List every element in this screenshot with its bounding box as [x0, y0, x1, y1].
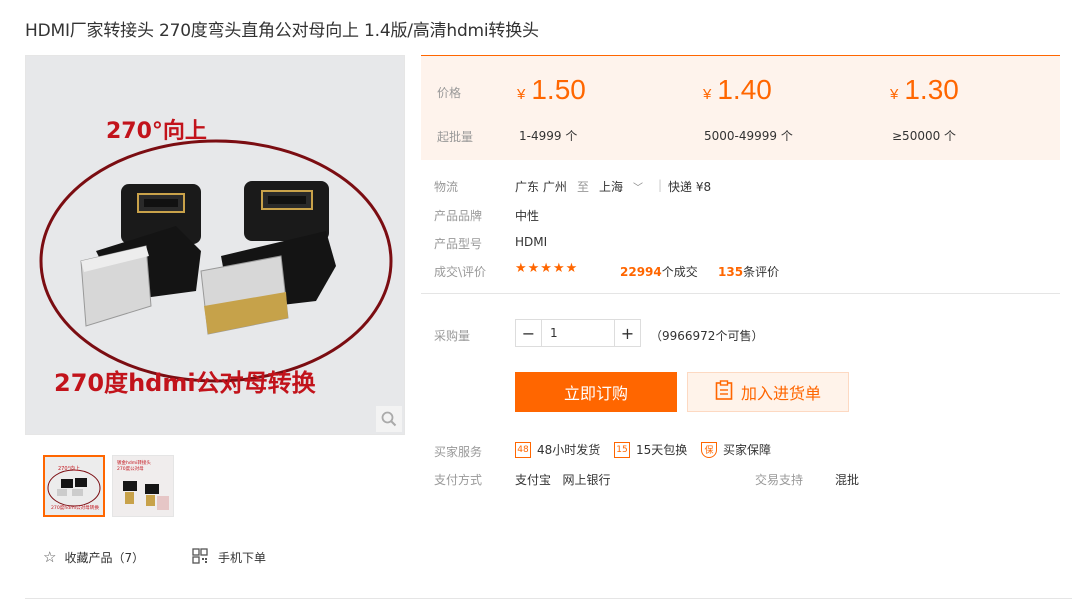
zoom-icon[interactable]: [376, 406, 402, 432]
price-tier-2: ¥ 1.40: [703, 74, 772, 106]
quantity-label: 采购量: [434, 329, 471, 343]
favorite-product-button[interactable]: ☆ 收藏产品（7）: [43, 548, 144, 566]
price-value: 1.30: [904, 74, 959, 105]
brand-value: 中性: [515, 209, 540, 223]
price-value: 1.50: [531, 74, 586, 105]
quantity-stepper: − 1 +: [515, 319, 641, 347]
stock-available: （9966972个可售）: [650, 329, 764, 343]
currency-symbol: ¥: [890, 86, 899, 103]
buy-now-button[interactable]: 立即订购: [515, 372, 677, 412]
chevron-down-icon: ﹀: [633, 183, 644, 194]
thumbnail-1-image: 270°向上 270度hdmi公对母转换: [45, 457, 103, 515]
svg-text:镀金hdmi转接头: 镀金hdmi转接头: [117, 459, 151, 466]
range-tier-2: 5000-49999 个: [704, 129, 793, 143]
services-label: 买家服务: [434, 445, 483, 459]
shipping-fee: 快递 ¥8: [668, 180, 712, 194]
trade-support-label: 交易支持: [755, 473, 804, 487]
qrcode-icon: [192, 548, 208, 567]
price-value: 1.40: [717, 74, 772, 105]
payment-methods: 支付宝 网上银行: [515, 473, 611, 487]
destination-value: 上海: [599, 180, 624, 194]
increase-button[interactable]: +: [614, 320, 640, 346]
logistics-to-word: 至: [577, 180, 590, 194]
currency-symbol: ¥: [703, 86, 712, 103]
product-title: HDMI厂家转接头 270度弯头直角公对母向上 1.4版/高清hdmi转换头: [25, 21, 539, 41]
separator: |: [658, 178, 663, 192]
mobile-order-button[interactable]: 手机下单: [192, 548, 266, 567]
price-tier-3: ¥ 1.30: [890, 74, 959, 106]
logistics-from: 广东 广州: [515, 180, 567, 194]
svg-text:270°向上: 270°向上: [58, 465, 80, 472]
range-tier-1: 1-4999 个: [519, 129, 578, 143]
service-48h-delivery[interactable]: 48 48小时发货: [515, 441, 600, 458]
moq-label: 起批量: [437, 130, 474, 144]
decrease-button[interactable]: −: [516, 320, 542, 346]
favorite-label: 收藏产品（7）: [64, 550, 145, 565]
thumbnail-2-image: 镀金hdmi转接头 270度公对母: [113, 456, 173, 516]
adapter-photo: 270°向上 270度hdmi公对母转换: [26, 56, 404, 434]
image-caption-top: 270°向上: [106, 118, 207, 144]
price-box: 价格 起批量 ¥ 1.50 ¥ 1.40 ¥ 1.30 1-4999 个 500…: [421, 55, 1060, 160]
price-tier-1: ¥ 1.50: [517, 74, 586, 106]
15day-icon: 15: [614, 441, 630, 458]
trade-support-value: 混批: [835, 473, 860, 487]
mobile-order-label: 手机下单: [218, 551, 267, 565]
divider: [25, 598, 1072, 599]
48h-icon: 48: [515, 441, 531, 458]
shield-icon: 保: [701, 441, 717, 458]
divider: [421, 293, 1060, 294]
image-caption-bottom: 270度hdmi公对母转换: [54, 369, 317, 397]
currency-symbol: ¥: [517, 86, 526, 103]
payment-label: 支付方式: [434, 473, 483, 487]
add-to-cart-button[interactable]: 加入进货单: [687, 372, 849, 412]
range-tier-3: ≥50000 个: [892, 129, 957, 143]
deal-count[interactable]: 22994个成交: [620, 263, 698, 280]
thumbnail-1[interactable]: 270°向上 270度hdmi公对母转换: [43, 455, 105, 517]
service-buyer-protection[interactable]: 保 买家保障: [701, 441, 771, 458]
brand-label: 产品品牌: [434, 209, 483, 223]
service-15day-exchange[interactable]: 15 15天包换: [614, 441, 687, 458]
destination-select[interactable]: 上海 ﹀: [599, 178, 643, 195]
rating-stars: ★★★★★: [515, 261, 579, 276]
price-label: 价格: [437, 86, 462, 100]
quantity-input[interactable]: 1: [542, 320, 614, 346]
svg-text:270度hdmi公对母转换: 270度hdmi公对母转换: [51, 504, 99, 511]
clipboard-icon: [715, 380, 733, 404]
model-value: HDMI: [515, 235, 548, 249]
add-to-cart-label: 加入进货单: [740, 384, 821, 403]
main-product-image[interactable]: 270°向上 270度hdmi公对母转换: [25, 55, 405, 435]
thumbnail-2[interactable]: 镀金hdmi转接头 270度公对母: [112, 455, 174, 517]
review-count[interactable]: 135条评价: [718, 263, 779, 280]
svg-text:270度公对母: 270度公对母: [117, 465, 144, 472]
star-outline-icon: ☆: [43, 548, 57, 566]
model-label: 产品型号: [434, 237, 483, 251]
reviews-label: 成交\评价: [434, 265, 487, 279]
logistics-label: 物流: [434, 180, 459, 194]
